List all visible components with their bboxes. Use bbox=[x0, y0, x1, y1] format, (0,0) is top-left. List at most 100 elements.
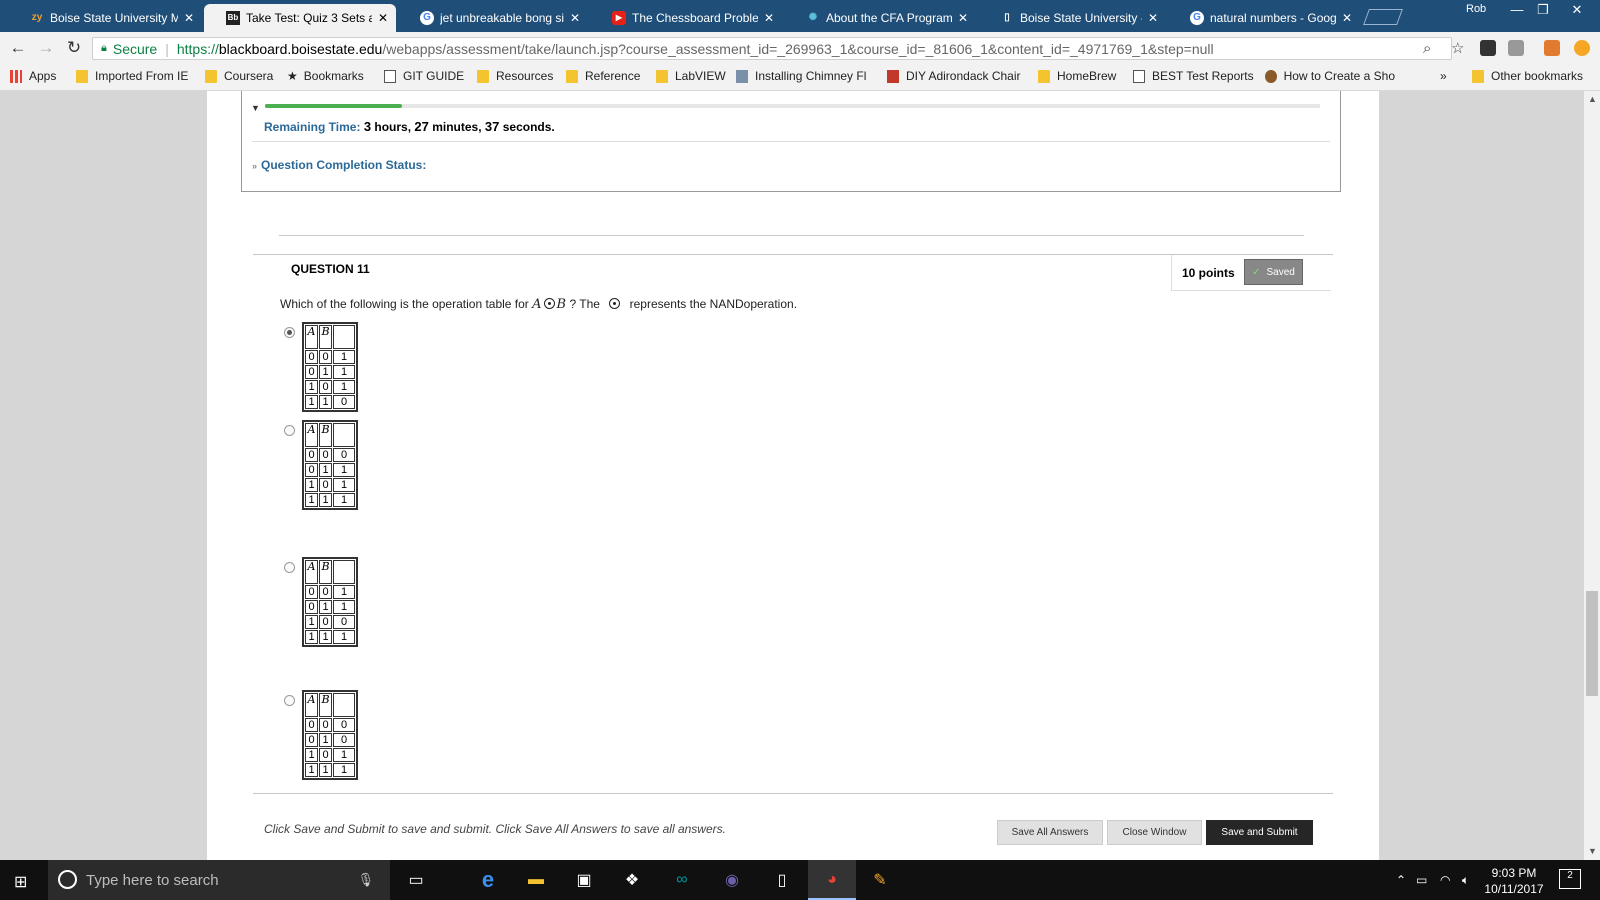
file-explorer-icon[interactable]: ▬ bbox=[524, 868, 548, 892]
more-bookmarks-chevron-icon[interactable]: » bbox=[1440, 69, 1447, 83]
profile-name[interactable]: Rob bbox=[1466, 3, 1486, 15]
bookmark-folder[interactable]: Reference bbox=[566, 69, 640, 83]
wifi-icon[interactable]: ◠ bbox=[1440, 873, 1450, 887]
battery-icon[interactable]: ▭ bbox=[1416, 873, 1427, 887]
browser-tab[interactable]: zy Boise State University Ma ✕ bbox=[8, 4, 202, 32]
cell: 1 bbox=[305, 763, 318, 777]
save-and-submit-button[interactable]: Save and Submit bbox=[1206, 820, 1313, 845]
browser-tab[interactable]: G jet unbreakable bong site ✕ bbox=[398, 4, 588, 32]
collapse-triangle-icon[interactable]: ▼ bbox=[251, 103, 260, 113]
extension-icon[interactable] bbox=[1480, 40, 1496, 56]
truth-table: A B 000 011 101 111 bbox=[302, 420, 358, 510]
arduino-icon[interactable]: ∞ bbox=[670, 868, 694, 892]
bookmark-link[interactable]: DIY Adirondack Chair bbox=[887, 69, 1021, 83]
bookmark-folder[interactable]: Imported From IE bbox=[76, 69, 188, 83]
bookmark-label: Reference bbox=[585, 69, 641, 83]
paint-icon[interactable]: ✎ bbox=[868, 868, 892, 892]
url-scheme: https:// bbox=[176, 40, 219, 57]
cell: 0 bbox=[333, 718, 355, 732]
question-title: QUESTION 11 bbox=[291, 262, 370, 276]
extension-icon[interactable] bbox=[1544, 40, 1560, 56]
notification-center-icon[interactable]: 2 bbox=[1559, 869, 1581, 889]
hours-unit: hours, bbox=[374, 120, 412, 134]
browser-tab-active[interactable]: Bb Take Test: Quiz 3 Sets and ✕ bbox=[204, 4, 396, 32]
restore-icon[interactable]: ❐ bbox=[1530, 2, 1556, 18]
extension-icon[interactable] bbox=[1508, 40, 1524, 56]
odot-operator-icon bbox=[543, 298, 555, 309]
completion-status-label: Question Completion Status: bbox=[261, 158, 427, 172]
star-icon[interactable]: ☆ bbox=[1451, 39, 1464, 57]
back-arrow-icon[interactable]: ← bbox=[8, 38, 28, 58]
scrollbar-thumb[interactable] bbox=[1586, 591, 1598, 696]
browser-tab[interactable]: G natural numbers - Googl ✕ bbox=[1168, 4, 1360, 32]
bookmark-folder[interactable]: Resources bbox=[477, 69, 553, 83]
odot-operator-icon bbox=[609, 298, 621, 309]
windows-start-icon[interactable]: ⊞ bbox=[14, 872, 27, 892]
bookmark-folder[interactable]: HomeBrew bbox=[1038, 69, 1116, 83]
reload-icon[interactable]: ↻ bbox=[64, 38, 84, 58]
browser-tab[interactable]: ▯ Boise State University - L ✕ bbox=[978, 4, 1166, 32]
close-window-icon[interactable]: ✕ bbox=[1564, 2, 1590, 18]
answer-radio[interactable] bbox=[284, 425, 295, 436]
close-icon[interactable]: ✕ bbox=[378, 11, 388, 25]
bookmark-folder[interactable]: LabVIEW bbox=[656, 69, 726, 83]
close-icon[interactable]: ✕ bbox=[958, 11, 968, 25]
volume-icon[interactable]: 🔈︎ bbox=[1462, 873, 1469, 888]
save-all-answers-button[interactable]: Save All Answers bbox=[997, 820, 1103, 845]
bookmark-link[interactable]: Installing Chimney Fl bbox=[736, 69, 871, 83]
browser-tab[interactable]: ▶ The Chessboard Problem ✕ bbox=[590, 4, 782, 32]
bookmark-link[interactable]: GIT GUIDE bbox=[384, 69, 464, 83]
bookmark-link[interactable]: How to Create a Sho bbox=[1265, 69, 1395, 83]
cell: 1 bbox=[319, 365, 332, 379]
header-cell bbox=[333, 560, 355, 584]
bookmark-folder[interactable]: ★ Bookmarks bbox=[287, 69, 364, 83]
browser-tab[interactable]: ✺ About the CFA Program ✕ bbox=[784, 4, 976, 32]
tray-chevron-icon[interactable]: ⌃ bbox=[1396, 873, 1406, 887]
alert-icon[interactable] bbox=[1574, 40, 1590, 56]
zoom-icon[interactable]: ⌕ bbox=[1423, 40, 1431, 57]
close-icon[interactable]: ✕ bbox=[764, 11, 774, 25]
answer-radio[interactable] bbox=[284, 695, 295, 706]
task-view-icon[interactable]: ▭ bbox=[404, 868, 428, 892]
cell: 0 bbox=[333, 395, 355, 409]
truth-table-grid: A B 000 010 101 111 bbox=[304, 692, 356, 778]
question-completion-status-toggle[interactable]: » Question Completion Status: bbox=[252, 158, 426, 172]
minimize-icon[interactable]: — bbox=[1504, 2, 1530, 17]
bookmark-label: How to Create a Sho bbox=[1283, 69, 1395, 83]
microphone-icon[interactable]: 🎙︎ bbox=[357, 872, 374, 888]
other-bookmarks-folder[interactable]: Other bookmarks bbox=[1472, 69, 1583, 83]
close-icon[interactable]: ✕ bbox=[1148, 11, 1158, 25]
close-icon[interactable]: ✕ bbox=[184, 11, 194, 25]
scroll-down-arrow-icon[interactable]: ▼ bbox=[1588, 846, 1597, 856]
saved-label: Saved bbox=[1266, 266, 1295, 278]
close-icon[interactable]: ✕ bbox=[570, 11, 580, 25]
forward-arrow-icon[interactable]: → bbox=[36, 38, 56, 58]
bookmark-apps[interactable]: Apps bbox=[10, 69, 56, 83]
eclipse-icon[interactable]: ◉ bbox=[720, 868, 744, 892]
chevron-down-icon: » bbox=[252, 161, 258, 171]
url-text[interactable]: https://blackboard.boisestate.edu/webapp… bbox=[177, 41, 1214, 57]
bookmark-link[interactable]: BEST Test Reports bbox=[1133, 69, 1254, 83]
system-clock[interactable]: 9:03 PM 10/11/2017 bbox=[1476, 865, 1552, 897]
edge-icon[interactable]: e bbox=[476, 867, 500, 892]
bookmark-label: LabVIEW bbox=[675, 69, 726, 83]
bookmark-label: BEST Test Reports bbox=[1152, 69, 1254, 83]
dropbox-icon[interactable]: ❖ bbox=[620, 868, 644, 892]
answer-radio[interactable] bbox=[284, 562, 295, 573]
minutes-value: 27 bbox=[414, 119, 429, 134]
address-bar[interactable]: 🔒︎ Secure | https://blackboard.boisestat… bbox=[92, 37, 1464, 60]
close-icon[interactable]: ✕ bbox=[1342, 11, 1352, 25]
bookmark-label: DIY Adirondack Chair bbox=[906, 69, 1021, 83]
store-icon[interactable]: ▣ bbox=[572, 868, 596, 892]
close-window-button[interactable]: Close Window bbox=[1107, 820, 1202, 845]
vertical-scrollbar[interactable]: ▲ ▼ bbox=[1584, 91, 1600, 860]
scroll-up-arrow-icon[interactable]: ▲ bbox=[1588, 94, 1597, 104]
answer-radio[interactable] bbox=[284, 327, 295, 338]
document-icon[interactable]: ▯ bbox=[770, 868, 794, 892]
clock-date: 10/11/2017 bbox=[1484, 882, 1544, 896]
chrome-icon[interactable]: ◕ bbox=[820, 868, 844, 892]
taskbar-search[interactable]: Type here to search 🎙︎ bbox=[48, 860, 390, 900]
new-tab-button[interactable] bbox=[1363, 9, 1403, 25]
test-content-panel bbox=[207, 91, 1379, 860]
bookmark-folder[interactable]: Coursera bbox=[205, 69, 273, 83]
